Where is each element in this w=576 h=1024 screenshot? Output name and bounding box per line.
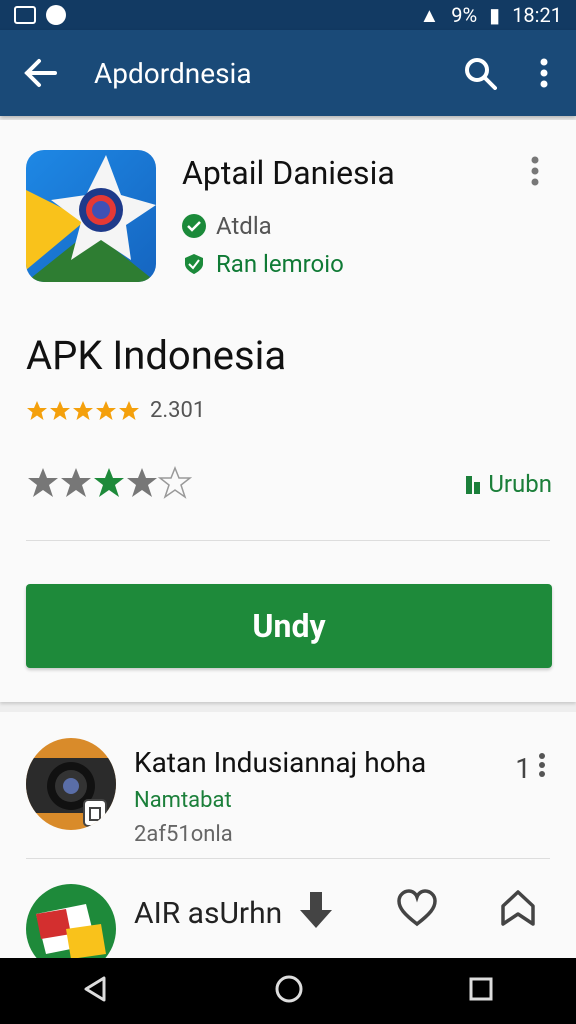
rating-stars-icon: [27, 400, 139, 420]
list-item-badge: 1: [515, 752, 532, 785]
rating-summary: 2.301: [26, 398, 205, 423]
heart-icon: [397, 889, 437, 927]
divider: [26, 858, 550, 859]
system-navigation-bar: [0, 958, 576, 1024]
app-detail-card: Aptail Daniesia Atdla Ran lemroio APK In…: [0, 120, 576, 702]
divider: [26, 540, 550, 541]
arrow-left-icon: [24, 59, 57, 87]
rating-count: 2.301: [150, 398, 206, 423]
nav-home-button[interactable]: [274, 974, 304, 1008]
triangle-back-icon: [84, 976, 106, 1002]
star-rating-icon: [28, 466, 192, 499]
developer-row[interactable]: Atdla: [182, 212, 272, 240]
app-bar-title: Apdordnesia: [94, 56, 252, 90]
status-bar: ▲ 9% ▮ 18:21: [0, 0, 576, 30]
battery-icon: ▮: [489, 3, 501, 27]
list-item-title: Katan Indusiannaj hoha: [134, 746, 427, 779]
back-button[interactable]: [0, 58, 80, 88]
star-camera-icon: [26, 155, 156, 282]
list-item[interactable]: Katan Indusiannaj hoha Namtabat 2af51onl…: [0, 722, 576, 858]
app-thumbnail: [26, 884, 116, 958]
bookmark-button[interactable]: [498, 888, 538, 932]
app-bar: Apdordnesia: [0, 30, 576, 116]
list-item-meta: 2af51onla: [134, 822, 233, 847]
install-button[interactable]: Undy: [26, 584, 552, 668]
clock: 18:21: [512, 3, 562, 27]
more-vert-icon: [539, 753, 545, 777]
search-icon: [465, 58, 497, 90]
sync-icon: [46, 5, 66, 25]
update-link[interactable]: Urubn: [464, 470, 552, 498]
category-label: Ran lemroio: [216, 250, 344, 278]
search-button[interactable]: [448, 56, 512, 90]
battery-label: 9%: [451, 3, 478, 27]
more-options-button[interactable]: [512, 58, 576, 88]
app-icon[interactable]: [26, 150, 156, 282]
update-label: Urubn: [488, 470, 552, 498]
list-item-title: AIR asUrhn: [134, 896, 283, 931]
more-vert-icon: [540, 58, 548, 88]
download-button[interactable]: [296, 888, 336, 936]
notification-icon: [14, 6, 36, 24]
list-item-subtitle: Namtabat: [134, 788, 232, 813]
favorite-button[interactable]: [396, 888, 438, 932]
camera-icon: [26, 758, 116, 827]
signal-icon: ▲: [419, 2, 440, 27]
app-headline: APK Indonesia: [26, 332, 287, 379]
download-icon: [300, 892, 332, 928]
related-apps-list: Katan Indusiannaj hoha Namtabat 2af51onl…: [0, 712, 576, 958]
shield-icon: [185, 254, 203, 274]
user-rating-stars[interactable]: [26, 466, 192, 500]
list-item-menu-button[interactable]: 1: [515, 752, 546, 785]
card-menu-button[interactable]: [530, 156, 540, 190]
square-recents-icon: [469, 977, 493, 1001]
circle-home-icon: [275, 975, 303, 1003]
app-name: Aptail Daniesia: [182, 154, 395, 192]
developer-name: Atdla: [216, 212, 272, 240]
bookmark-icon: [501, 890, 535, 926]
more-vert-icon: [531, 156, 539, 186]
check-badge-icon: [182, 214, 206, 238]
list-item[interactable]: AIR asUrhn: [0, 872, 576, 958]
nav-recents-button[interactable]: [468, 976, 494, 1006]
update-icon: [466, 476, 481, 494]
flag-app-icon: [36, 904, 106, 958]
camera-app-thumbnail: [26, 738, 116, 830]
nav-back-button[interactable]: [82, 975, 110, 1007]
category-row[interactable]: Ran lemroio: [182, 250, 344, 278]
